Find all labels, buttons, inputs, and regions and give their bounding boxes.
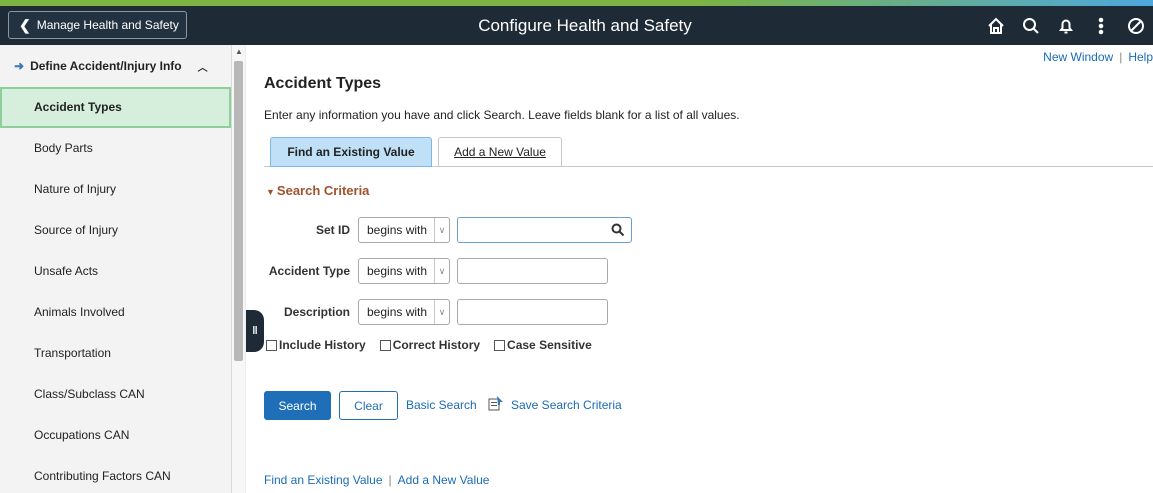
header-actions <box>978 6 1153 45</box>
sidebar-item-occupations-can[interactable]: Occupations CAN <box>0 415 231 456</box>
sidebar-item-transportation[interactable]: Transportation <box>0 333 231 374</box>
chevron-down-icon: ∨ <box>434 300 449 324</box>
search-criteria-label: Search Criteria <box>276 183 370 198</box>
home-icon[interactable] <box>978 6 1013 45</box>
sidebar-item-contributing-factors-can[interactable]: Contributing Factors CAN <box>0 456 231 493</box>
chevron-down-icon: ∨ <box>434 259 449 283</box>
search-tabs: Find an Existing Value Add a New Value <box>264 137 1153 167</box>
search-button[interactable]: Search <box>264 391 331 420</box>
page-links: New Window | Help <box>1043 50 1153 64</box>
instructions-text: Enter any information you have and click… <box>264 108 740 122</box>
accident-type-input[interactable] <box>457 258 608 284</box>
case-sensitive-checkbox[interactable]: Case Sensitive <box>494 338 592 352</box>
search-criteria-header[interactable]: ▼ Search Criteria <box>266 183 369 198</box>
left-navigation-panel: ➜ Define Accident/Injury Info ︿ Accident… <box>0 45 232 493</box>
save-search-criteria-link[interactable]: Save Search Criteria <box>511 398 622 412</box>
back-button[interactable]: ❮ Manage Health and Safety <box>8 11 187 39</box>
accident-type-operator-select[interactable]: begins with ∨ <box>358 258 450 284</box>
nav-group-label: Define Accident/Injury Info <box>30 59 182 73</box>
folder-icon: ➜ <box>14 59 25 73</box>
basic-search-link[interactable]: Basic Search <box>406 398 477 412</box>
save-criteria-icon[interactable] <box>488 395 504 411</box>
search-icon[interactable] <box>1013 6 1048 45</box>
top-navigation-bar: ❮ Manage Health and Safety Configure Hea… <box>0 6 1153 45</box>
setid-input[interactable] <box>457 217 632 243</box>
setid-operator-select[interactable]: begins with ∨ <box>358 217 450 243</box>
tab-add-new-value[interactable]: Add a New Value <box>438 137 562 167</box>
description-input[interactable] <box>457 299 608 325</box>
chevron-down-icon: ∨ <box>434 218 449 242</box>
sidebar-item-accident-types[interactable]: Accident Types <box>0 87 231 128</box>
sidebar-item-body-parts[interactable]: Body Parts <box>0 128 231 169</box>
tab-find-existing-value[interactable]: Find an Existing Value <box>270 137 432 167</box>
page-title: Accident Types <box>264 75 382 92</box>
more-actions-icon[interactable] <box>1083 6 1118 45</box>
help-link[interactable]: Help <box>1128 50 1153 64</box>
sidebar-scrollbar[interactable]: ▲ <box>232 45 246 493</box>
sidebar-item-nature-of-injury[interactable]: Nature of Injury <box>0 169 231 210</box>
bottom-add-new-link[interactable]: Add a New Value <box>398 473 490 487</box>
bottom-find-existing-link[interactable]: Find an Existing Value <box>264 473 383 487</box>
accident-type-label: Accident Type <box>268 264 350 278</box>
new-window-link[interactable]: New Window <box>1043 50 1113 64</box>
clear-button[interactable]: Clear <box>339 391 398 420</box>
correct-history-checkbox[interactable]: Correct History <box>379 338 480 352</box>
lookup-icon[interactable] <box>611 223 625 237</box>
sidebar-item-unsafe-acts[interactable]: Unsafe Acts <box>0 251 231 292</box>
notification-icon[interactable] <box>1048 6 1083 45</box>
sidebar-item-source-of-injury[interactable]: Source of Injury <box>0 210 231 251</box>
include-history-checkbox[interactable]: Include History <box>266 338 366 352</box>
triangle-down-icon: ▼ <box>266 187 275 197</box>
chevron-left-icon: ❮ <box>19 16 31 33</box>
chevron-up-icon[interactable]: ︿ <box>198 59 208 74</box>
search-options: Include History Correct History Case Sen… <box>266 338 606 352</box>
setid-label: Set ID <box>315 223 350 237</box>
description-label: Description <box>283 305 350 319</box>
bottom-links: Find an Existing Value | Add a New Value <box>264 473 490 487</box>
panel-drag-handle[interactable]: ‖ <box>246 310 264 352</box>
navbar-icon[interactable] <box>1118 6 1153 45</box>
description-operator-select[interactable]: begins with ∨ <box>358 299 450 325</box>
back-button-label: Manage Health and Safety <box>36 18 179 32</box>
sidebar-item-animals-involved[interactable]: Animals Involved <box>0 292 231 333</box>
nav-group-header[interactable]: ➜ Define Accident/Injury Info ︿ <box>0 45 231 87</box>
sidebar-item-class-subclass-can[interactable]: Class/Subclass CAN <box>0 374 231 415</box>
scroll-up-icon[interactable]: ▲ <box>235 47 243 56</box>
scrollbar-thumb[interactable] <box>234 61 243 361</box>
page-header-title: Configure Health and Safety <box>478 16 692 35</box>
